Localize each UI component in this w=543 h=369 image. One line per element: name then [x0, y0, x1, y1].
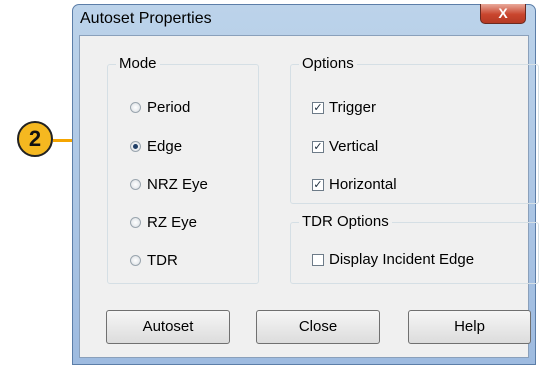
checkbox-horizontal[interactable]: ✓ — [312, 178, 324, 191]
radio-rz-eye[interactable] — [130, 217, 141, 228]
help-button[interactable]: Help — [408, 310, 531, 344]
radio-period[interactable] — [130, 102, 141, 113]
close-icon: X — [498, 5, 508, 21]
dialog-window: Autoset Properties X Mode Period Edge NR… — [72, 4, 539, 365]
option-label: Display Incident Edge — [329, 251, 475, 268]
checkbox-display-incident-edge[interactable] — [312, 253, 324, 266]
option-display-incident-edge[interactable]: Display Incident Edge — [312, 251, 474, 268]
mode-option-nrz-eye[interactable]: NRZ Eye — [130, 176, 208, 193]
radio-nrz-eye[interactable] — [130, 179, 141, 190]
option-vertical[interactable]: ✓ Vertical — [312, 138, 378, 155]
options-group-label: Options — [299, 55, 357, 72]
title-bar[interactable]: Autoset Properties X — [73, 4, 535, 32]
tdr-options-group: TDR Options Display Incident Edge — [290, 213, 539, 284]
option-label: Vertical — [329, 138, 379, 155]
mode-option-label: RZ Eye — [147, 214, 198, 231]
window-title: Autoset Properties — [80, 10, 212, 27]
mode-option-label: NRZ Eye — [147, 176, 208, 193]
close-button[interactable]: Close — [256, 310, 380, 344]
autoset-button[interactable]: Autoset — [106, 310, 230, 344]
mode-option-label: TDR — [147, 252, 178, 269]
tdr-options-group-label: TDR Options — [299, 213, 392, 230]
options-group: Options ✓ Trigger ✓ Vertical ✓ Horizonta… — [290, 55, 539, 204]
mode-option-tdr[interactable]: TDR — [130, 252, 178, 269]
radio-edge[interactable] — [130, 141, 141, 152]
mode-option-label: Edge — [147, 138, 183, 155]
callout-badge: 2 — [17, 121, 53, 157]
mode-option-label: Period — [147, 99, 191, 116]
option-horizontal[interactable]: ✓ Horizontal — [312, 176, 397, 193]
mode-option-period[interactable]: Period — [130, 99, 190, 116]
option-trigger[interactable]: ✓ Trigger — [312, 99, 376, 116]
mode-option-edge[interactable]: Edge — [130, 138, 182, 155]
close-window-button[interactable]: X — [480, 4, 526, 24]
checkbox-vertical[interactable]: ✓ — [312, 140, 324, 153]
checkbox-trigger[interactable]: ✓ — [312, 101, 324, 114]
radio-tdr[interactable] — [130, 255, 141, 266]
option-label: Horizontal — [329, 176, 397, 193]
option-label: Trigger — [329, 99, 376, 116]
mode-group: Mode Period Edge NRZ Eye RZ Eye TDR — [107, 55, 259, 284]
mode-option-rz-eye[interactable]: RZ Eye — [130, 214, 197, 231]
dialog-body: Mode Period Edge NRZ Eye RZ Eye TDR Opti… — [79, 35, 539, 358]
mode-group-label: Mode — [116, 55, 160, 72]
